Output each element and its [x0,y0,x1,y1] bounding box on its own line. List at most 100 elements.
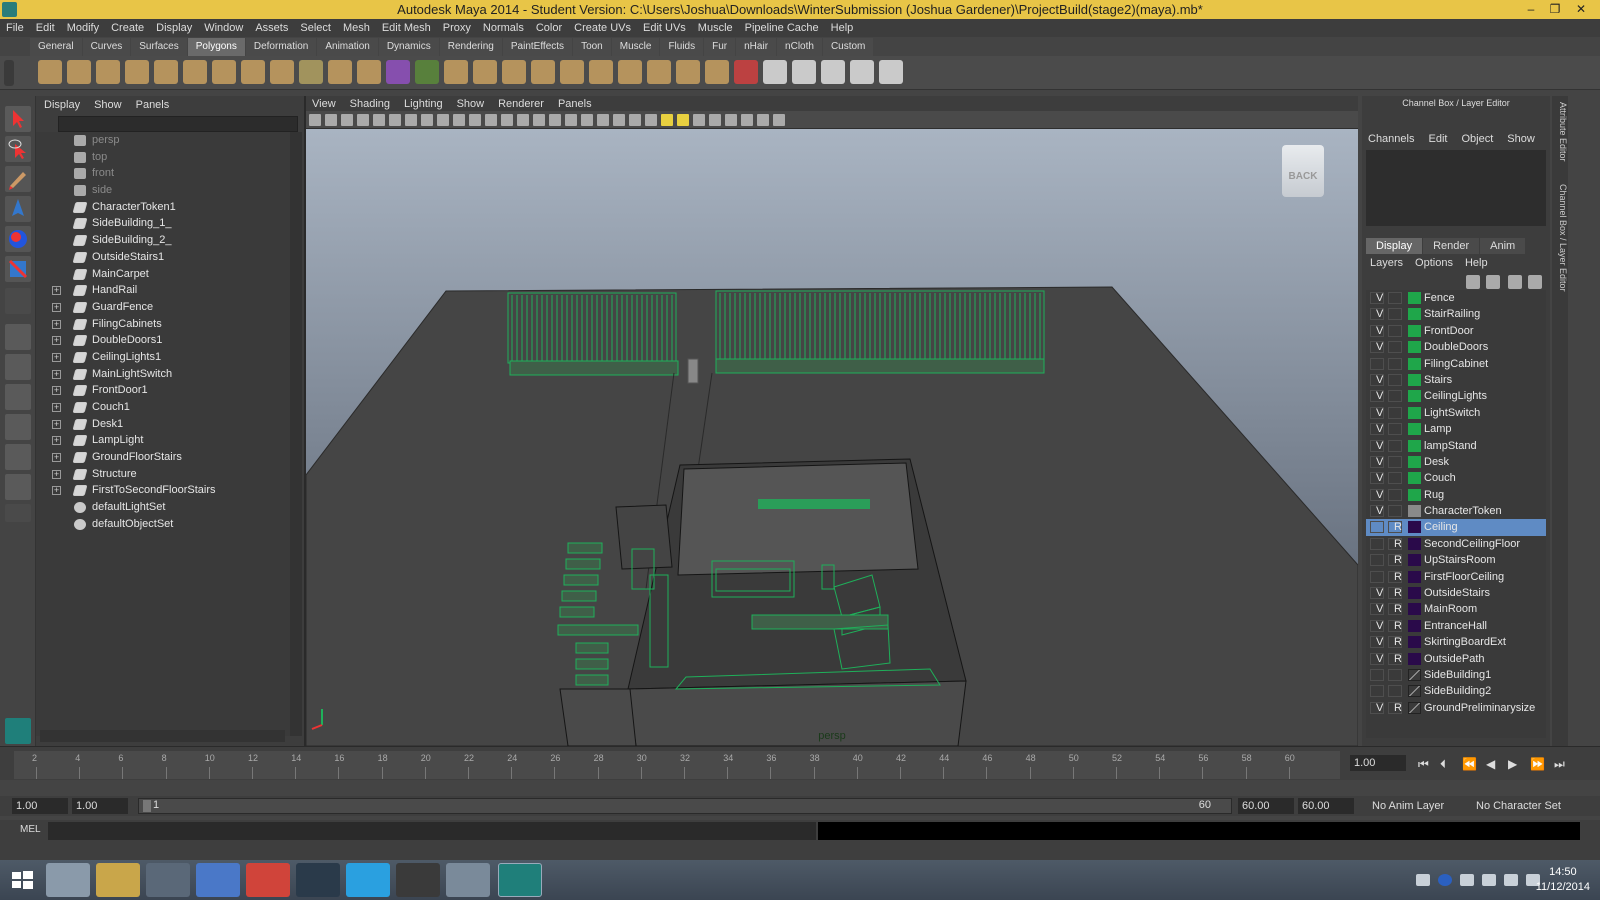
outliner-item[interactable]: + LampLight [36,432,291,449]
outliner-item[interactable]: + HandRail [36,282,291,299]
expand-icon[interactable]: + [52,369,61,379]
layer-row[interactable]: V CharacterToken [1366,503,1546,519]
viewcube[interactable]: BACK [1282,145,1324,197]
viewport-tool-icon[interactable] [405,114,417,126]
layer-visibility-toggle[interactable] [1370,537,1384,550]
poly-plane-icon[interactable] [154,60,178,84]
layer-display-type-toggle[interactable] [1388,406,1402,419]
outliner-item[interactable]: + Desk1 [36,416,291,433]
end-time-field[interactable]: 60.00 [1298,798,1354,814]
outliner-item[interactable]: + FirstToSecondFloorStairs [36,482,291,499]
poly-sphere-icon[interactable] [38,60,62,84]
file-explorer-icon[interactable] [46,863,90,897]
outliner-item[interactable]: MainCarpet [36,266,291,283]
layer-visibility-toggle[interactable] [1370,357,1384,370]
layer-display-type-toggle[interactable] [1388,488,1402,501]
layer-visibility-toggle[interactable] [1370,570,1384,583]
poly-cube-icon[interactable] [67,60,91,84]
itunes-icon[interactable] [196,863,240,897]
folder-icon[interactable] [96,863,140,897]
menu-muscle[interactable]: Muscle [692,22,739,34]
viewport-tool-icon[interactable] [501,114,513,126]
step-forward-key-icon[interactable]: ⏩ [1530,757,1545,771]
viewport-menu-shading[interactable]: Shading [350,98,390,110]
viewport-tool-icon[interactable] [517,114,529,126]
outliner-item[interactable]: + CeilingLights1 [36,349,291,366]
move-layer-down-icon[interactable] [1486,275,1500,289]
layer-row[interactable]: V Stairs [1366,372,1546,388]
layer-row[interactable]: V Couch [1366,470,1546,486]
poly-helix-icon[interactable] [270,60,294,84]
layer-color-swatch[interactable] [1408,439,1421,452]
viewport-tool-icon[interactable] [533,114,545,126]
skype-icon[interactable] [346,863,390,897]
outliner-item[interactable]: + Structure [36,466,291,483]
shelf-menu-icon[interactable] [4,60,14,86]
sculpt-icon[interactable] [734,60,758,84]
layer-visibility-toggle[interactable] [1370,685,1384,698]
timeline-track[interactable]: 2 4 6 8 10 12 14 16 18 20 22 24 26 28 30 32 34 36 38 40 42 44… [14,751,1340,779]
outliner-menu-show[interactable]: Show [94,99,122,111]
anim-layer-dropdown[interactable]: No Anim Layer [1372,800,1444,812]
layer-color-swatch[interactable] [1408,636,1421,649]
layer-row[interactable]: V CeilingLights [1366,388,1546,404]
layer-row[interactable]: SideBuilding2 [1366,683,1546,699]
layer-row[interactable]: V R EntranceHall [1366,618,1546,634]
menu-normals[interactable]: Normals [477,22,530,34]
single-pane-layout-icon[interactable] [5,324,31,350]
layer-color-swatch[interactable] [1408,455,1421,468]
layer-display-type-toggle[interactable] [1388,423,1402,436]
layer-display-type-toggle[interactable] [1388,668,1402,681]
move-tool-icon[interactable] [5,196,31,222]
menu-assets[interactable]: Assets [249,22,294,34]
layer-row[interactable]: V R MainRoom [1366,601,1546,617]
expand-icon[interactable]: + [52,453,61,463]
outliner-menu-display[interactable]: Display [44,99,80,111]
viewport-tool-icon[interactable] [693,114,705,126]
close-button[interactable]: ✕ [1570,0,1592,19]
shelf-tab-muscle[interactable]: Muscle [611,38,660,56]
viewport-tool-icon[interactable] [709,114,721,126]
layer-tab-anim[interactable]: Anim [1480,238,1526,254]
poke-icon[interactable] [647,60,671,84]
layer-color-swatch[interactable] [1408,570,1421,583]
layer-color-swatch[interactable] [1408,423,1421,436]
layer-row[interactable]: V Desk [1366,454,1546,470]
menu-edit-uvs[interactable]: Edit UVs [637,22,692,34]
rotate-tool-icon[interactable] [5,226,31,252]
layer-display-type-toggle[interactable] [1388,685,1402,698]
layer-row[interactable]: V Fence [1366,290,1546,306]
insert-edge-loop-icon[interactable] [589,60,613,84]
shelf-tab-general[interactable]: General [30,38,82,56]
shelf-tab-curves[interactable]: Curves [82,38,131,56]
outliner-item[interactable]: persp [36,132,291,149]
mirror-geometry-icon[interactable] [444,60,468,84]
outliner-item[interactable]: top [36,149,291,166]
paint-icon[interactable] [446,863,490,897]
graph-layout-icon[interactable] [5,414,31,440]
boolean-icon[interactable] [415,60,439,84]
layer-row[interactable]: R SecondCeilingFloor [1366,536,1546,552]
expand-icon[interactable]: + [52,386,61,396]
step-back-key-icon[interactable]: ⏪ [1462,757,1477,771]
duplicate-face-icon[interactable] [705,60,729,84]
layer-color-swatch[interactable] [1408,505,1421,518]
outliner-item[interactable]: SideBuilding_1_ [36,215,291,232]
viewport-tool-icon[interactable] [757,114,769,126]
layer-color-swatch[interactable] [1408,292,1421,304]
hypershade-layout-icon[interactable] [5,444,31,470]
layout-options-icon[interactable] [5,504,31,522]
cb-menu-show[interactable]: Show [1507,133,1535,145]
help-icon[interactable] [1438,874,1452,886]
expand-icon[interactable]: + [52,286,61,296]
layer-display-type-toggle[interactable] [1388,505,1402,518]
layer-row[interactable]: V Lamp [1366,421,1546,437]
bridge-icon[interactable] [502,60,526,84]
layer-row[interactable]: R FirstFloorCeiling [1366,569,1546,585]
separate-icon[interactable] [328,60,352,84]
planar-mapping-icon[interactable] [763,60,787,84]
layer-color-swatch[interactable] [1408,537,1421,550]
outliner-horizontal-scrollbar[interactable] [40,730,285,742]
steam-icon[interactable] [296,863,340,897]
viewport-tool-icon[interactable] [741,114,753,126]
